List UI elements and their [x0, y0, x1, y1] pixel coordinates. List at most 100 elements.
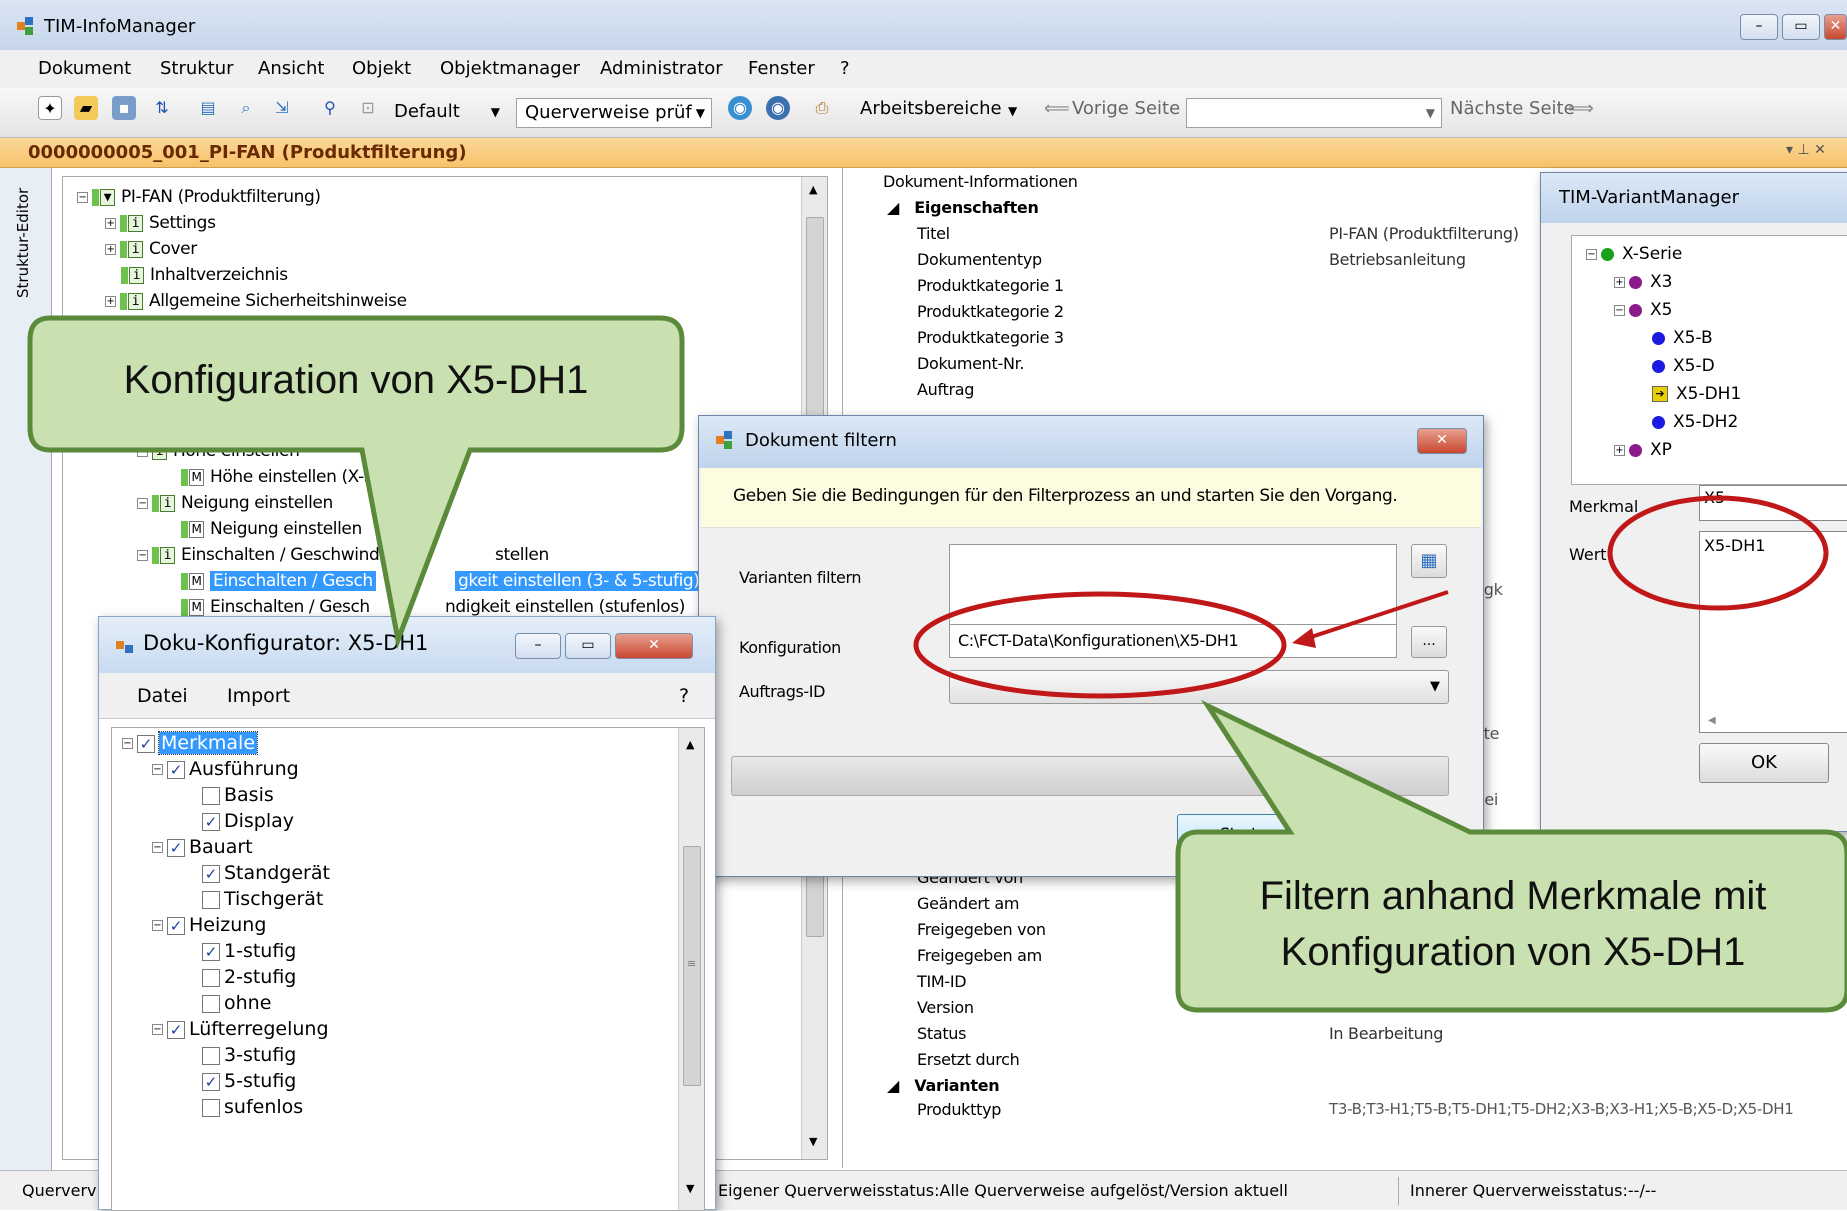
- tree-root[interactable]: − ✓ Merkmale: [122, 731, 259, 755]
- tree-item[interactable]: M Einschalten / Gesch: [181, 597, 370, 617]
- feature-option[interactable]: ✓ 5-stufig: [202, 1070, 296, 1092]
- property-value[interactable]: Betriebsanleitung: [1329, 250, 1466, 269]
- checkbox[interactable]: [202, 994, 220, 1013]
- variant-tree-node[interactable]: X5-D: [1652, 356, 1715, 376]
- open-folder-icon[interactable]: ▰: [74, 96, 98, 120]
- checkbox[interactable]: ✓: [202, 942, 220, 961]
- feature-option[interactable]: ✓ 1-stufig: [202, 940, 296, 962]
- start-button[interactable]: Starten: [1177, 814, 1319, 854]
- varianten-textarea[interactable]: [949, 544, 1397, 628]
- expand-icon[interactable]: +: [105, 217, 116, 229]
- collapse-icon[interactable]: −: [1586, 248, 1597, 260]
- menu-administrator[interactable]: Administrator: [600, 58, 723, 79]
- next-page-button[interactable]: Nächste Seite: [1450, 98, 1575, 119]
- collapse-icon[interactable]: −: [1614, 304, 1625, 316]
- menu-objekt[interactable]: Objekt: [352, 58, 411, 79]
- section-varianten[interactable]: ◢ Varianten: [887, 1076, 1000, 1095]
- print-icon[interactable]: ⎙: [810, 96, 834, 120]
- merkmale-scrollbar[interactable]: ▲ ≡ ▼: [678, 728, 704, 1210]
- export-icon[interactable]: ⇲: [270, 96, 294, 120]
- scroll-left-icon[interactable]: ◀: [1708, 715, 1716, 726]
- close-button[interactable]: ✕: [615, 633, 693, 659]
- variant-tree-node[interactable]: X5-B: [1652, 328, 1713, 348]
- collapse-icon[interactable]: −: [137, 497, 148, 509]
- merkmal-field[interactable]: X5: [1699, 485, 1847, 521]
- arbeitsbereiche-button[interactable]: Arbeitsbereiche: [860, 98, 1002, 119]
- menu-objektmanager[interactable]: Objektmanager: [440, 58, 580, 79]
- checkbox[interactable]: ✓: [167, 760, 185, 779]
- tree-item[interactable]: M Höhe einstellen (X-Seri: [181, 467, 396, 487]
- expand-icon[interactable]: +: [1614, 444, 1625, 456]
- lock-icon[interactable]: ⊡: [356, 96, 380, 120]
- menu-help[interactable]: ?: [840, 58, 850, 79]
- property-value[interactable]: In Bearbeitung: [1329, 1024, 1443, 1043]
- feature-option[interactable]: ohne: [202, 992, 271, 1014]
- collapse-icon[interactable]: −: [152, 764, 163, 775]
- new-icon[interactable]: ✦: [38, 96, 62, 120]
- close-button[interactable]: ✕: [1824, 14, 1847, 40]
- maximize-button[interactable]: ▭: [565, 633, 611, 659]
- collapse-icon[interactable]: −: [137, 445, 148, 457]
- tree-root[interactable]: − ▼ PI-FAN (Produktfilterung): [77, 187, 321, 207]
- property-value[interactable]: PI-FAN (Produktfilterung): [1329, 224, 1519, 243]
- feature-option[interactable]: sufenlos: [202, 1096, 303, 1118]
- tree-item[interactable]: + i Allgemeine Sicherheitshinweise: [105, 291, 407, 311]
- feature-option[interactable]: 2-stufig: [202, 966, 296, 988]
- minimize-button[interactable]: –: [1740, 14, 1778, 40]
- chevron-down-icon[interactable]: ▼: [1008, 104, 1017, 118]
- variant-tree-node[interactable]: X5-DH2: [1652, 412, 1738, 432]
- konfiguration-input[interactable]: C:\FCT-Data\Konfigurationen\X5-DH1: [949, 624, 1397, 658]
- feature-option[interactable]: Basis: [202, 784, 274, 806]
- page-combo[interactable]: ▼: [1186, 98, 1442, 128]
- auftrags-id-combo[interactable]: ▼: [949, 670, 1449, 704]
- checkbox[interactable]: [202, 1046, 220, 1065]
- menu-dokument[interactable]: Dokument: [38, 58, 131, 79]
- refresh-icon[interactable]: ⇅: [150, 96, 174, 120]
- checkbox[interactable]: [202, 1098, 220, 1117]
- checkbox[interactable]: [202, 786, 220, 805]
- feature-group[interactable]: − ✓ Lüfterregelung: [152, 1018, 329, 1040]
- table-picker-button[interactable]: ▦: [1411, 544, 1447, 578]
- maximize-button[interactable]: ▭: [1782, 14, 1820, 40]
- close-button[interactable]: ✕: [1417, 428, 1467, 454]
- tree-item[interactable]: M Neigung einstellen: [181, 519, 362, 539]
- checkbox[interactable]: ✓: [137, 734, 155, 753]
- collapse-icon[interactable]: −: [152, 842, 163, 853]
- menu-import[interactable]: Import: [227, 685, 290, 707]
- collapse-icon[interactable]: −: [77, 191, 88, 203]
- menu-ansicht[interactable]: Ansicht: [258, 58, 324, 79]
- tree-item[interactable]: − i Neigung einstellen: [137, 493, 333, 513]
- feature-group[interactable]: − ✓ Bauart: [152, 836, 253, 858]
- properties-icon[interactable]: ▤: [196, 96, 220, 120]
- minimize-button[interactable]: –: [515, 633, 561, 659]
- ok-button[interactable]: OK: [1699, 743, 1829, 783]
- variant-tree-node[interactable]: + XP: [1614, 440, 1672, 460]
- menu-datei[interactable]: Datei: [137, 685, 188, 707]
- checkbox[interactable]: ✓: [167, 838, 185, 857]
- tree-item[interactable]: + i Settings: [105, 213, 216, 233]
- scroll-up-icon[interactable]: ▲: [809, 183, 817, 196]
- feature-option[interactable]: 3-stufig: [202, 1044, 296, 1066]
- scroll-down-icon[interactable]: ▼: [686, 1182, 694, 1195]
- checkbox[interactable]: ✓: [202, 812, 220, 831]
- tree-item-selected[interactable]: M Einschalten / Gesch: [181, 571, 376, 591]
- menu-struktur[interactable]: Struktur: [160, 58, 234, 79]
- globe-icon[interactable]: ◉: [728, 96, 752, 120]
- expand-icon[interactable]: +: [1614, 276, 1625, 288]
- checkbox[interactable]: [202, 890, 220, 909]
- feature-option[interactable]: Tischgerät: [202, 888, 323, 910]
- pin-icon[interactable]: ▾ ⊥ ✕: [1786, 142, 1826, 158]
- struktur-editor-tab[interactable]: Struktur-Editor: [0, 168, 52, 1170]
- prev-page-button[interactable]: Vorige Seite: [1072, 98, 1180, 119]
- section-eigenschaften[interactable]: ◢ Eigenschaften: [887, 198, 1039, 217]
- variant-tree-node[interactable]: − X-Serie: [1586, 244, 1682, 264]
- variant-tree-node[interactable]: ➔ X5-DH1: [1652, 384, 1741, 404]
- collapse-icon[interactable]: −: [152, 920, 163, 931]
- feature-group[interactable]: − ✓ Heizung: [152, 914, 266, 936]
- collapse-icon[interactable]: −: [152, 1024, 163, 1035]
- tree-item[interactable]: i Inhaltverzeichnis: [121, 265, 288, 285]
- wert-value[interactable]: X5-DH1: [1704, 536, 1765, 555]
- tree-item[interactable]: + i Cover: [105, 239, 197, 259]
- preview-icon[interactable]: ⌕: [234, 96, 258, 120]
- collapse-icon[interactable]: −: [137, 549, 148, 561]
